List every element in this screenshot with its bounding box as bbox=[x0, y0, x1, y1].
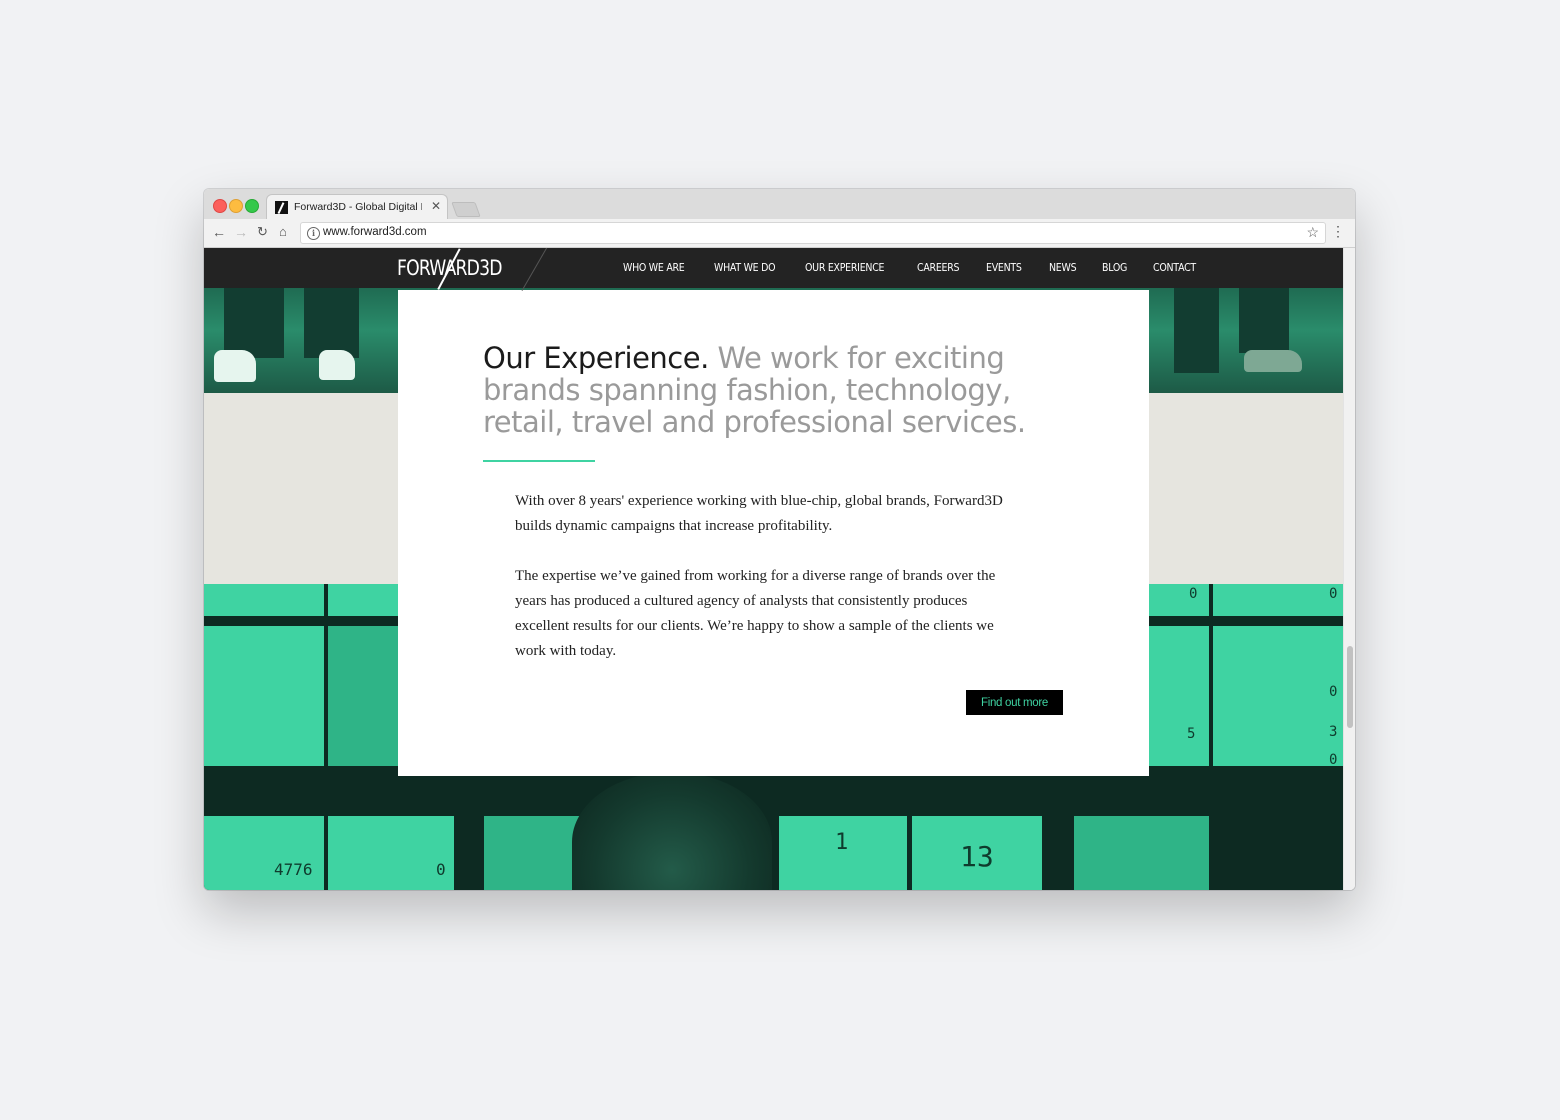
scrollbar-thumb[interactable] bbox=[1347, 646, 1353, 728]
photo-leg bbox=[1174, 288, 1219, 373]
screen-panel bbox=[328, 626, 398, 766]
browser-tab[interactable]: Forward3D - Global Digital Ma ✕ bbox=[266, 194, 448, 219]
nav-news[interactable]: NEWS bbox=[1049, 262, 1077, 274]
arrow-left-icon[interactable]: ← bbox=[212, 225, 226, 239]
photo-shoe bbox=[319, 350, 355, 380]
screen-number: 13 bbox=[960, 840, 994, 873]
photo-shoe bbox=[1244, 350, 1302, 372]
tab-strip: Forward3D - Global Digital Ma ✕ bbox=[204, 189, 1355, 219]
headline-strong: Our Experience. bbox=[483, 341, 709, 375]
screen-panel: 0 bbox=[1213, 584, 1343, 616]
nav-events[interactable]: EVENTS bbox=[986, 262, 1022, 274]
address-bar[interactable]: i www.forward3d.com ☆ bbox=[300, 222, 1326, 244]
close-window-button[interactable] bbox=[213, 199, 227, 213]
page-viewport: FORWARD3D WHO WE ARE WHAT WE DO OUR EXPE… bbox=[204, 248, 1343, 890]
new-tab-button[interactable] bbox=[451, 202, 481, 217]
screen-number: 0 bbox=[1329, 752, 1338, 768]
screen-number: 0 bbox=[1189, 586, 1198, 602]
screen-panel: 0 bbox=[328, 816, 454, 890]
tab-title: Forward3D - Global Digital Ma bbox=[294, 201, 422, 213]
screen-panel: 4776 bbox=[204, 816, 324, 890]
reload-icon[interactable]: ↻ bbox=[257, 225, 268, 239]
screen-number: 0 bbox=[1329, 684, 1338, 700]
person-silhouette bbox=[572, 772, 772, 890]
screen-panel bbox=[204, 584, 324, 616]
screen-panel bbox=[204, 626, 324, 766]
photo-leg bbox=[224, 288, 284, 358]
experience-card: Our Experience. We work for exciting bra… bbox=[398, 290, 1149, 776]
screen-panel: 1 bbox=[779, 816, 907, 890]
minimize-window-button[interactable] bbox=[229, 199, 243, 213]
photo-leg bbox=[1239, 288, 1289, 353]
photo-shoe bbox=[214, 350, 256, 382]
site-header: FORWARD3D WHO WE ARE WHAT WE DO OUR EXPE… bbox=[204, 248, 1343, 291]
screen-panel bbox=[1074, 816, 1209, 890]
screen-panel: 13 bbox=[912, 816, 1042, 890]
find-out-more-button[interactable]: Find out more bbox=[966, 690, 1063, 715]
main-nav: WHO WE ARE WHAT WE DO OUR EXPERIENCE CAR… bbox=[623, 248, 1224, 288]
nav-careers[interactable]: CAREERS bbox=[917, 262, 960, 274]
screen-panel: 5 bbox=[1149, 626, 1209, 766]
nav-our-experience[interactable]: OUR EXPERIENCE bbox=[805, 262, 884, 274]
browser-toolbar: ← → ↻ ⌂ i www.forward3d.com ☆ ⋮ bbox=[204, 219, 1355, 248]
arrow-right-icon[interactable]: → bbox=[234, 225, 248, 239]
screen-number: 5 bbox=[1187, 726, 1196, 742]
kebab-menu-icon[interactable]: ⋮ bbox=[1331, 224, 1345, 238]
photo-leg bbox=[304, 288, 359, 358]
nav-divider bbox=[521, 248, 548, 291]
url-text[interactable]: www.forward3d.com bbox=[323, 226, 427, 238]
screen-number: 0 bbox=[1329, 586, 1338, 602]
page-scrollbar[interactable] bbox=[1343, 248, 1355, 890]
star-icon[interactable]: ☆ bbox=[1306, 224, 1319, 241]
screen-number: 4776 bbox=[274, 860, 313, 879]
screen-number: 0 bbox=[436, 860, 446, 879]
page-headline: Our Experience. We work for exciting bra… bbox=[483, 342, 1083, 438]
expertise-paragraph: The expertise we’ve gained from working … bbox=[515, 568, 996, 659]
home-icon[interactable]: ⌂ bbox=[279, 225, 287, 239]
screen-panel: 0 3 0 bbox=[1213, 626, 1343, 768]
screen-number: 1 bbox=[835, 830, 849, 855]
forward3d-favicon-icon bbox=[275, 201, 288, 214]
nav-what-we-do[interactable]: WHAT WE DO bbox=[714, 262, 776, 274]
screen-number: 3 bbox=[1329, 724, 1338, 740]
close-icon[interactable]: ✕ bbox=[431, 199, 441, 213]
nav-who-we-are[interactable]: WHO WE ARE bbox=[623, 262, 685, 274]
info-icon[interactable]: i bbox=[307, 227, 320, 240]
screen-panel: 0 bbox=[1149, 584, 1209, 616]
nav-blog[interactable]: BLOG bbox=[1102, 262, 1127, 274]
maximize-window-button[interactable] bbox=[245, 199, 259, 213]
screen-panel bbox=[328, 584, 398, 616]
headline-underline bbox=[483, 460, 595, 462]
nav-contact[interactable]: CONTACT bbox=[1153, 262, 1196, 274]
browser-window: Forward3D - Global Digital Ma ✕ ← → ↻ ⌂ … bbox=[204, 189, 1355, 890]
intro-paragraph: With over 8 years' experience working wi… bbox=[515, 493, 1003, 534]
